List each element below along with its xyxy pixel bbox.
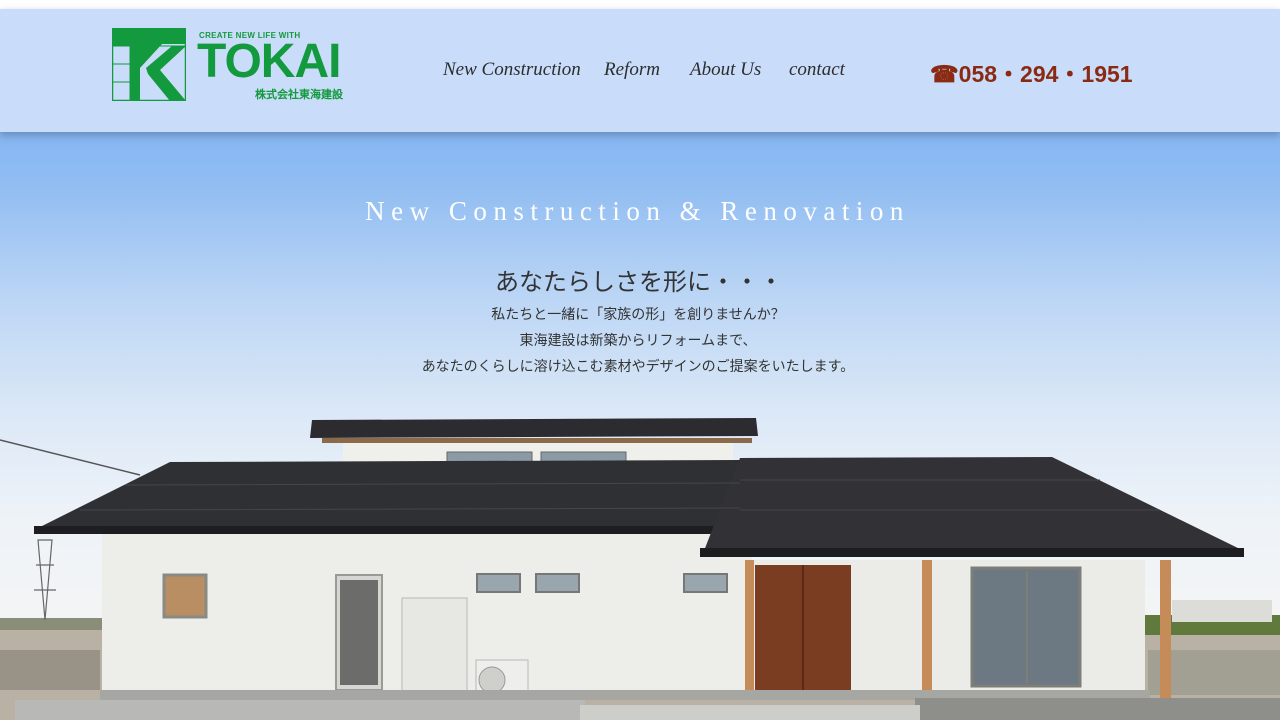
phone-number-link[interactable]: ☎058・294・1951 — [930, 55, 1133, 89]
nav-about-us[interactable]: About Us — [690, 59, 761, 81]
hero-text-line-2: 東海建設は新築からリフォームまで、 — [519, 332, 757, 348]
site-header: CREATE NEW LIFE WITH TOKAI 株式会社東海建設 New … — [0, 9, 1280, 132]
nav-new-construction[interactable]: New Construction — [443, 59, 581, 81]
tokai-logo-mark-icon — [112, 28, 186, 101]
hero-text-line-1: 私たちと一緒に「家族の形」を創りませんか？ — [491, 306, 785, 322]
nav-reform[interactable]: Reform — [604, 59, 660, 81]
nav-contact[interactable]: contact — [789, 59, 845, 81]
site-logo[interactable]: CREATE NEW LIFE WITH TOKAI 株式会社東海建設 — [112, 28, 352, 102]
top-strip — [0, 0, 1280, 9]
hero-title: New Construction & Renovation — [365, 196, 910, 226]
logo-name: TOKAI — [197, 35, 341, 88]
logo-company-name: 株式会社東海建設 — [255, 89, 343, 101]
hero-house-photo — [0, 418, 1280, 720]
hero-heading: あなたらしさを形に・・・ — [495, 269, 783, 296]
hero-text-line-3: あなたのくらしに溶け込こむ素材やデザインのご提案をいたします。 — [421, 358, 855, 374]
